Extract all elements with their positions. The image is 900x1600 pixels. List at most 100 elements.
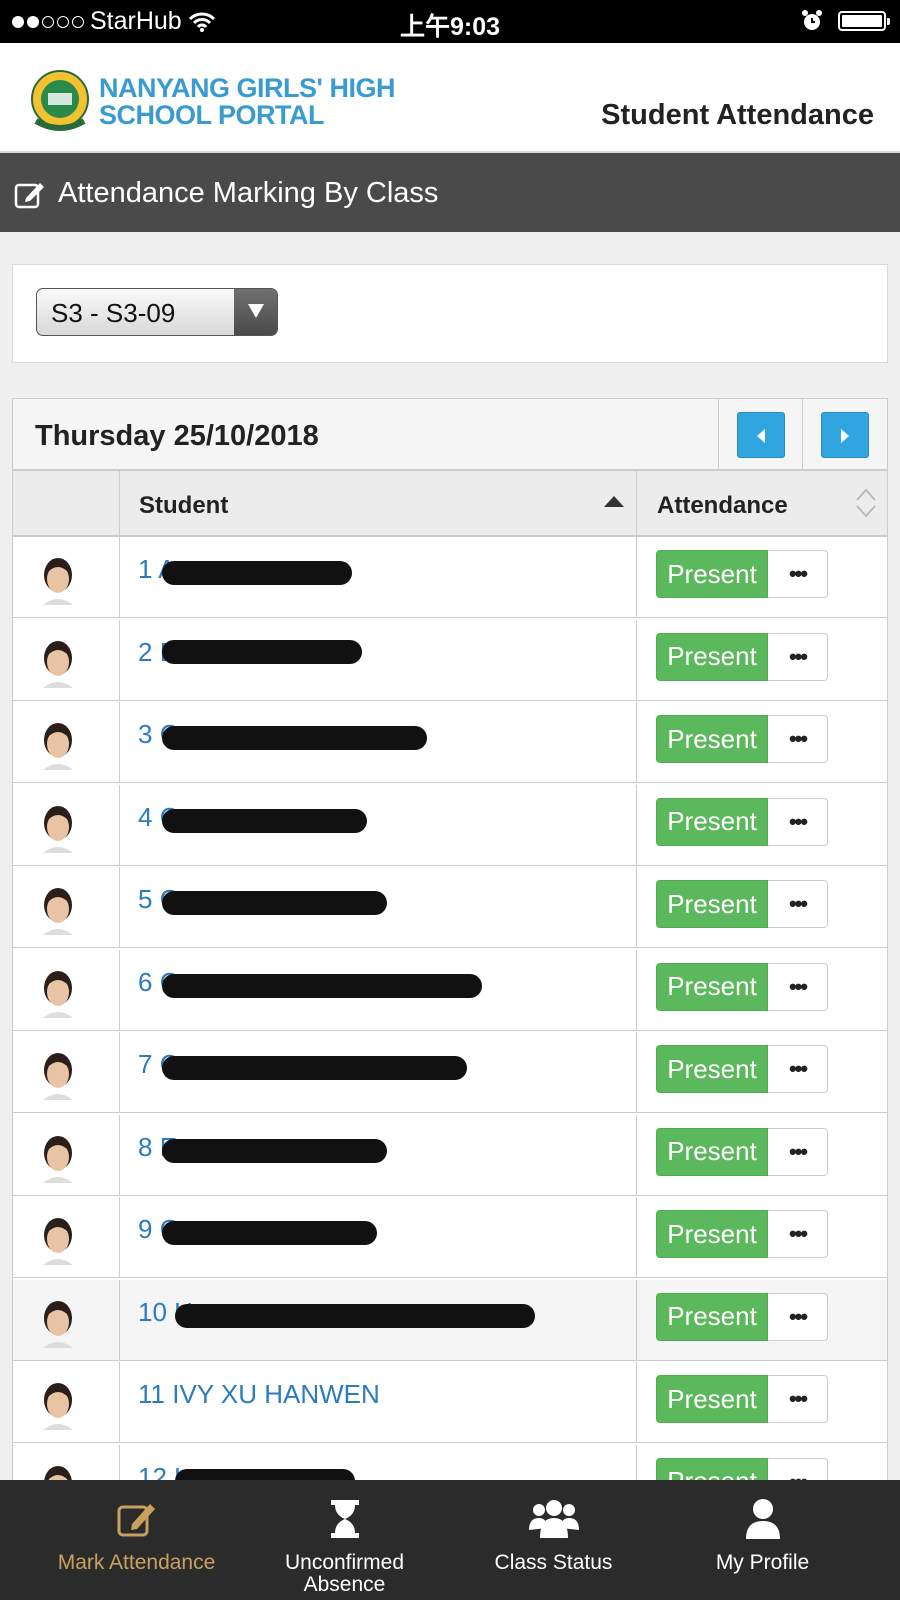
attendance-cell: Present••• [637,1115,887,1195]
photo-cell [13,702,120,782]
attendance-button-group: Present••• [656,962,828,1011]
table-row: 6 C Present••• [13,949,887,1031]
edit-icon [14,183,44,209]
status-bar: StarHub 上午9:03 [0,0,900,43]
next-day-cell [802,399,887,469]
photo-cell [13,784,120,865]
attendance-column-header[interactable]: Attendance [637,471,887,535]
photo-cell [13,1279,120,1360]
tab-label: Class Status [494,1551,613,1574]
table-row: 9 G Present••• [13,1197,887,1278]
student-photo [43,805,73,853]
prev-day-button[interactable] [737,412,785,458]
tab-label: My Profile [715,1551,810,1574]
more-options-button[interactable]: ••• [768,632,828,681]
hourglass-icon [331,1500,359,1538]
tab-mark-attendance[interactable]: Mark Attendance [24,1480,249,1600]
student-cell: 5 C [120,867,637,947]
student-photo [43,1218,73,1265]
class-select-value: S3 - S3-09 [51,298,176,328]
student-column-label: Student [139,492,229,519]
tab-label: Unconfirmed Absence [284,1551,405,1596]
photo-cell [13,537,120,617]
attendance-button-group: Present••• [656,1210,828,1258]
school-logo-icon [31,70,89,131]
section-title-bar: Attendance Marking By Class [0,153,900,232]
present-button[interactable]: Present [656,1375,768,1423]
photo-column-header [13,471,120,535]
student-cell: 10 H [120,1279,637,1360]
table-row: 1 A Present••• [13,537,887,618]
tab-unconfirmed-absence[interactable]: Unconfirmed Absence [232,1480,457,1600]
class-selector-panel: S3 - S3-09 [12,264,888,363]
present-button[interactable]: Present [656,962,768,1011]
sort-icon [856,488,876,518]
table-row: 8 E Present••• [13,1114,887,1196]
page-title: Student Attendance [601,99,874,131]
attendance-cell: Present••• [637,950,887,1030]
tab-my-profile[interactable]: My Profile [650,1480,875,1600]
edit-icon [117,1504,155,1537]
present-button[interactable]: Present [656,1045,768,1093]
photo-cell [13,1114,120,1195]
more-options-button[interactable]: ••• [768,715,828,763]
student-photo [43,640,73,688]
present-button[interactable]: Present [656,715,768,763]
attendance-cell: Present••• [637,702,887,782]
more-options-button[interactable]: ••• [768,550,828,598]
next-day-button[interactable] [821,412,869,458]
student-photo [43,1135,73,1183]
attendance-table: Thursday 25/10/2018 Student Attendance 1… [12,398,888,1598]
table-row: 5 C Present••• [13,867,887,948]
student-cell: 4 C [120,784,637,865]
clock: 上午9:03 [399,13,501,41]
redaction-mark [162,973,482,998]
redaction-mark [162,1221,377,1245]
group-icon [529,1500,579,1538]
student-photo [43,1053,73,1100]
attendance-cell: Present••• [637,1032,887,1112]
table-row: 10 H Present••• [13,1279,887,1361]
table-row: 11 IVY XU HANWEN Present ••• [13,1362,887,1443]
user-icon [746,1499,780,1539]
more-options-button[interactable]: ••• [768,1375,828,1423]
attendance-button-group: Present••• [656,632,828,681]
table-row: 7 C Present••• [13,1032,887,1113]
present-button[interactable]: Present [656,550,768,598]
more-options-button[interactable]: ••• [768,797,828,846]
present-button[interactable]: Present [656,632,768,681]
more-options-button[interactable]: ••• [768,1127,828,1176]
table-header: Student Attendance [13,471,887,538]
present-button[interactable]: Present [656,797,768,846]
more-options-button[interactable]: ••• [768,1292,828,1341]
app-header: NANYANG GIRLS' HIGH SCHOOL PORTAL Studen… [0,43,900,153]
attendance-cell: Present••• [637,1280,887,1360]
redaction-mark [175,1303,535,1328]
redaction-mark [162,639,362,664]
student-name-link[interactable]: 11 IVY XU HANWEN [138,1379,380,1410]
student-column-header[interactable]: Student [120,471,637,535]
class-select[interactable]: S3 - S3-09 [36,288,278,336]
student-cell: 2 B [120,619,637,700]
student-cell: 3 C [120,702,637,782]
more-options-button[interactable]: ••• [768,1210,828,1258]
student-photo [43,558,73,605]
photo-cell [13,619,120,700]
prev-day-cell [718,399,803,469]
student-photo [43,723,73,770]
more-options-button[interactable]: ••• [768,1045,828,1093]
more-options-button[interactable]: ••• [768,880,828,928]
attendance-cell: Present••• [637,620,887,700]
tab-label: Mark Attendance [57,1551,216,1574]
student-cell: 6 C [120,949,637,1030]
attendance-cell: Present••• [637,867,887,947]
more-options-button[interactable]: ••• [768,962,828,1011]
tab-class-status[interactable]: Class Status [441,1480,666,1600]
present-button[interactable]: Present [656,1292,768,1341]
student-cell: 7 C [120,1032,637,1112]
present-button[interactable]: Present [656,1210,768,1258]
attendance-button-group: Present••• [656,1127,828,1176]
present-button[interactable]: Present [656,1127,768,1176]
student-cell: 1 A [120,537,637,617]
present-button[interactable]: Present [656,880,768,928]
